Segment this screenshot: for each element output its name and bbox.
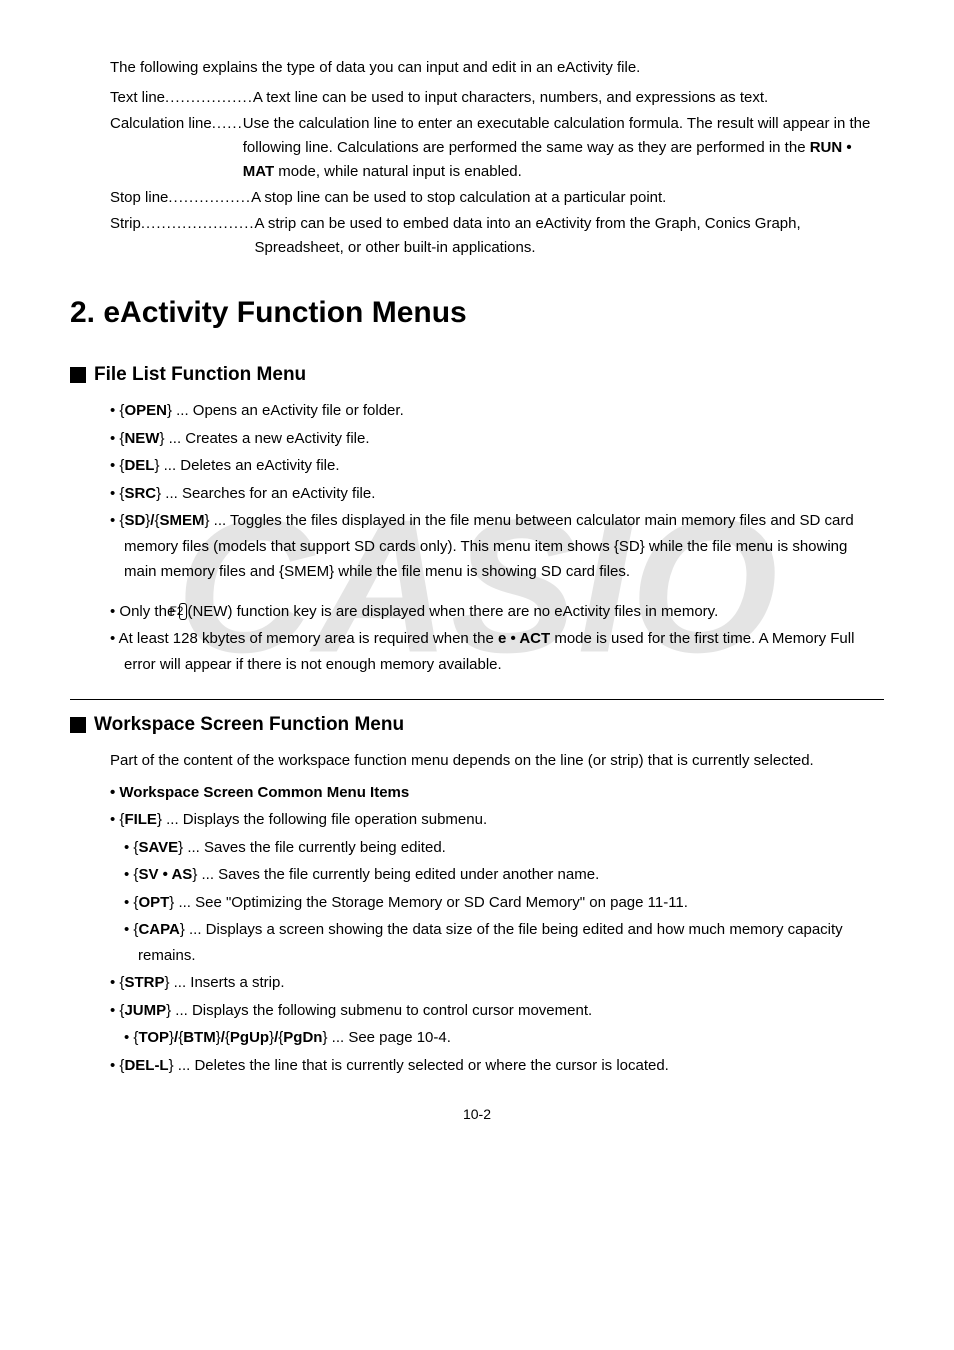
divider <box>70 699 884 700</box>
section-title: 2. eActivity Function Menus <box>70 296 884 330</box>
sub-list-item: • {SV • AS} ... Saves the file currently… <box>110 862 884 888</box>
desc: A text line can be used to input charact… <box>253 86 884 110</box>
common-heading: • Workspace Screen Common Menu Items <box>110 780 884 806</box>
def-stop-line: Stop line ................ A stop line c… <box>110 186 884 210</box>
def-text-line: Text line ................. A text line … <box>110 86 884 110</box>
note-item: • At least 128 kbytes of memory area is … <box>110 626 884 677</box>
file-list-heading: File List Function Menu <box>94 364 306 386</box>
list-item: • {STRP} ... Inserts a strip. <box>110 970 884 996</box>
desc: Use the calculation line to enter an exe… <box>243 112 884 184</box>
sub-list-item: • {CAPA} ... Displays a screen showing t… <box>110 917 884 968</box>
intro-lead: The following explains the type of data … <box>110 56 884 80</box>
list-item: • {JUMP} ... Displays the following subm… <box>110 998 884 1024</box>
dots: ...................... <box>141 212 255 260</box>
dots: ...... <box>212 112 243 184</box>
def-calculation-line: Calculation line ...... Use the calculat… <box>110 112 884 184</box>
sub-list-item: • {SAVE} ... Saves the file currently be… <box>110 835 884 861</box>
list-item: • {FILE} ... Displays the following file… <box>110 807 884 833</box>
workspace-block: Part of the content of the workspace fun… <box>70 748 884 1078</box>
term: Stop line <box>110 186 168 210</box>
desc: A stop line can be used to stop calculat… <box>251 186 884 210</box>
note-item: • Only the F2(NEW) function key is are d… <box>110 599 884 625</box>
workspace-lead: Part of the content of the workspace fun… <box>110 748 884 774</box>
dots: ................. <box>165 86 253 110</box>
file-list-notes: • Only the F2(NEW) function key is are d… <box>70 599 884 678</box>
term: Strip <box>110 212 141 260</box>
list-item: • {SD}/{SMEM} ... Toggles the files disp… <box>110 508 884 585</box>
desc: A strip can be used to embed data into a… <box>255 212 884 260</box>
intro-block: The following explains the type of data … <box>70 56 884 260</box>
square-bullet-icon <box>70 367 86 383</box>
dots: ................ <box>168 186 251 210</box>
list-item: • {SRC} ... Searches for an eActivity fi… <box>110 481 884 507</box>
file-list-heading-row: File List Function Menu <box>70 364 884 386</box>
term: Calculation line <box>110 112 212 184</box>
sub-list-item: • {TOP}/{BTM}/{PgUp}/{PgDn} ... See page… <box>110 1025 884 1051</box>
sub-list-item: • {OPT} ... See "Optimizing the Storage … <box>110 890 884 916</box>
term: Text line <box>110 86 165 110</box>
list-item: • {NEW} ... Creates a new eActivity file… <box>110 426 884 452</box>
def-strip: Strip ...................... A strip can… <box>110 212 884 260</box>
workspace-heading-row: Workspace Screen Function Menu <box>70 714 884 736</box>
file-list-block: • {OPEN} ... Opens an eActivity file or … <box>70 398 884 585</box>
square-bullet-icon <box>70 717 86 733</box>
list-item: • {DEL} ... Deletes an eActivity file. <box>110 453 884 479</box>
list-item: • {OPEN} ... Opens an eActivity file or … <box>110 398 884 424</box>
page-number: 10-2 <box>70 1106 884 1122</box>
workspace-heading: Workspace Screen Function Menu <box>94 714 404 736</box>
list-item: • {DEL-L} ... Deletes the line that is c… <box>110 1053 884 1079</box>
